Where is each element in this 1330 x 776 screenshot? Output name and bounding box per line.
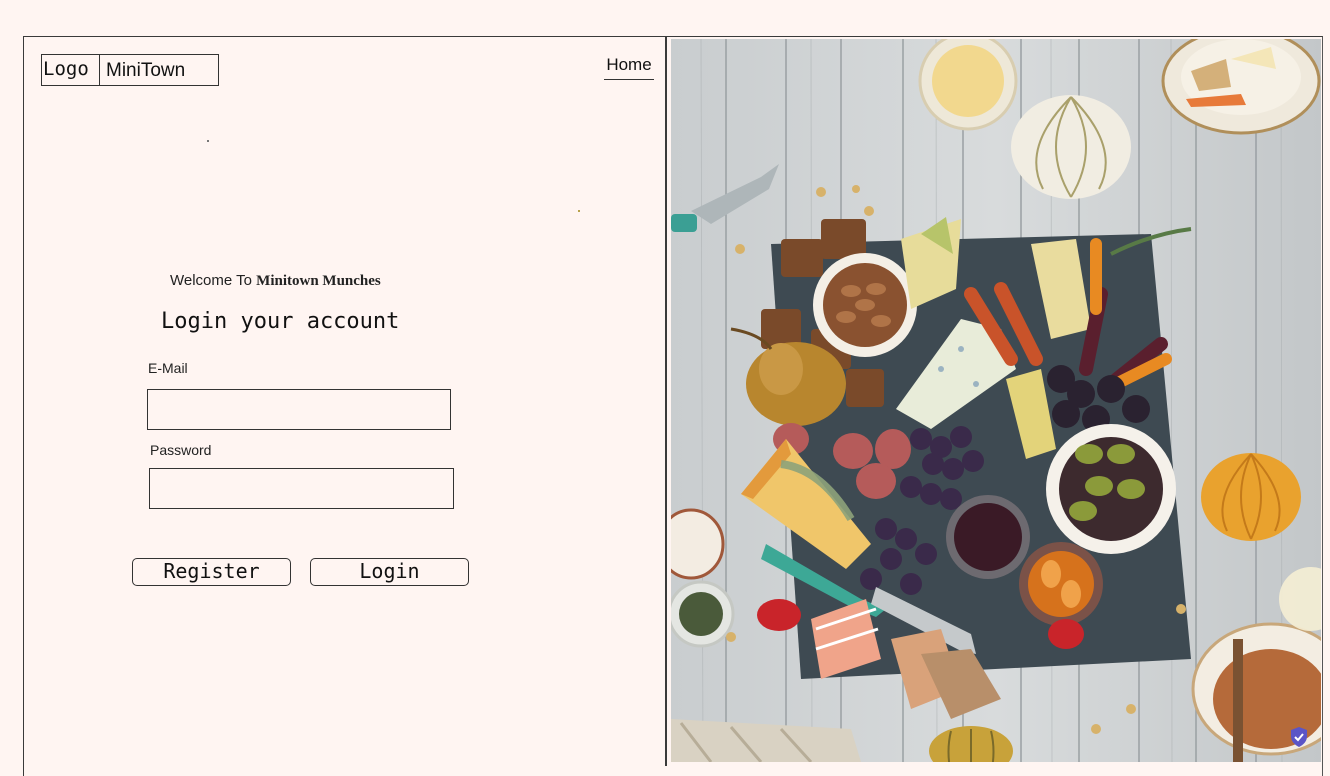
nav-home-link[interactable]: Home <box>604 55 654 80</box>
food-platter-photo <box>671 39 1321 762</box>
welcome-text: Welcome To Minitown Munches <box>170 272 381 290</box>
password-field[interactable] <box>149 468 454 509</box>
register-button[interactable]: Register <box>132 558 291 586</box>
welcome-brand: Minitown Munches <box>256 273 381 289</box>
email-label: E-Mail <box>148 360 188 376</box>
shield-check-icon[interactable] <box>1289 726 1309 748</box>
stray-dot <box>207 140 209 142</box>
logo-label: Logo <box>42 55 100 85</box>
login-heading: Login your account <box>161 309 400 334</box>
login-button[interactable]: Login <box>310 558 469 586</box>
welcome-prefix: Welcome To <box>170 272 257 289</box>
site-name: MiniTown <box>106 60 186 81</box>
stray-dot <box>578 210 580 212</box>
password-label: Password <box>150 442 212 458</box>
panel-divider <box>665 36 667 766</box>
email-field[interactable] <box>147 389 451 430</box>
brand-box[interactable]: Logo MiniTown <box>41 54 219 86</box>
